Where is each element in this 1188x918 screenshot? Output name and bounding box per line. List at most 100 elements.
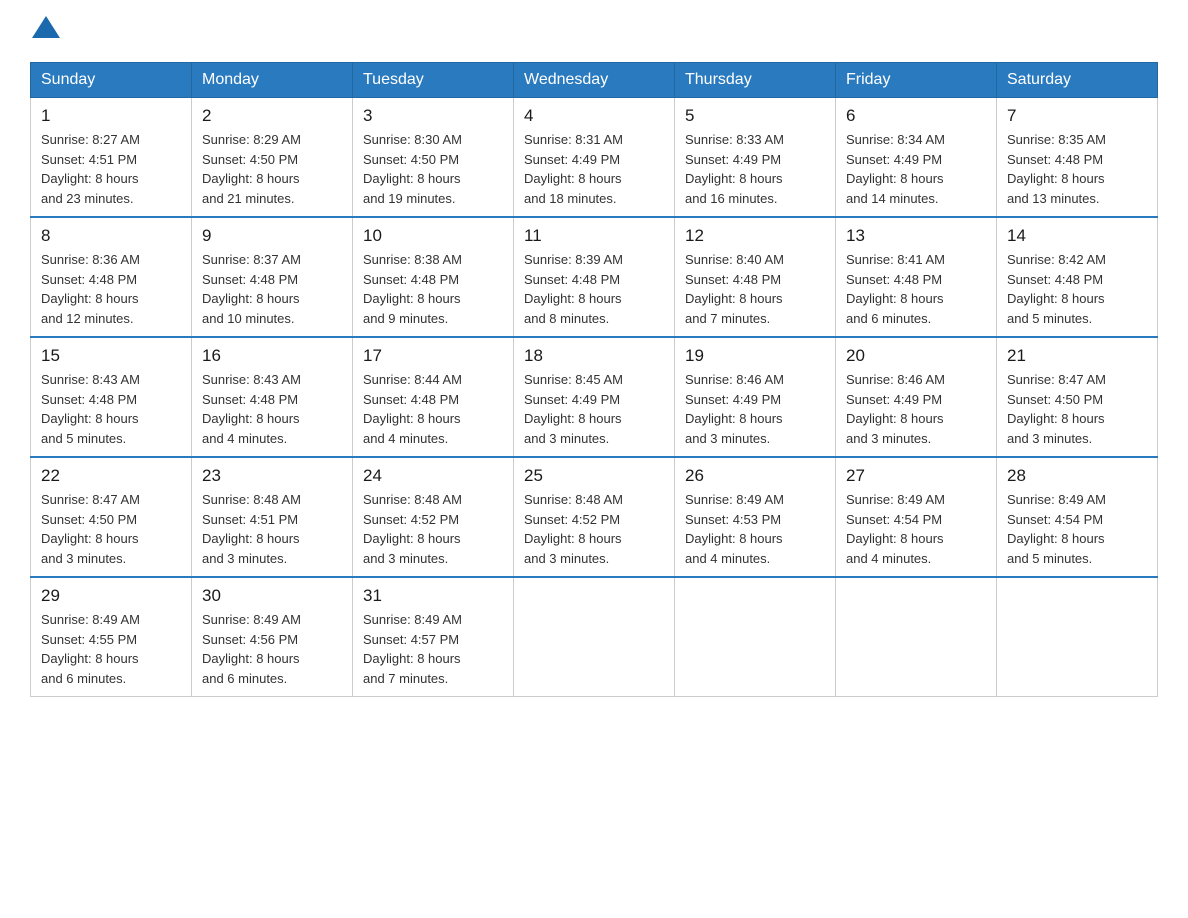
week-row-4: 22 Sunrise: 8:47 AM Sunset: 4:50 PM Dayl… bbox=[31, 457, 1158, 577]
day-number: 26 bbox=[685, 466, 825, 486]
day-info: Sunrise: 8:33 AM Sunset: 4:49 PM Dayligh… bbox=[685, 130, 825, 208]
day-info: Sunrise: 8:43 AM Sunset: 4:48 PM Dayligh… bbox=[41, 370, 181, 448]
day-number: 24 bbox=[363, 466, 503, 486]
day-number: 25 bbox=[524, 466, 664, 486]
header-wednesday: Wednesday bbox=[514, 63, 675, 98]
calendar-cell: 18 Sunrise: 8:45 AM Sunset: 4:49 PM Dayl… bbox=[514, 337, 675, 457]
day-number: 8 bbox=[41, 226, 181, 246]
calendar-cell: 5 Sunrise: 8:33 AM Sunset: 4:49 PM Dayli… bbox=[675, 98, 836, 218]
calendar-cell bbox=[997, 577, 1158, 697]
page-header bbox=[30, 20, 1158, 42]
day-number: 28 bbox=[1007, 466, 1147, 486]
header-row: SundayMondayTuesdayWednesdayThursdayFrid… bbox=[31, 63, 1158, 98]
day-number: 9 bbox=[202, 226, 342, 246]
day-number: 6 bbox=[846, 106, 986, 126]
calendar-cell: 4 Sunrise: 8:31 AM Sunset: 4:49 PM Dayli… bbox=[514, 98, 675, 218]
day-number: 15 bbox=[41, 346, 181, 366]
day-number: 17 bbox=[363, 346, 503, 366]
day-number: 16 bbox=[202, 346, 342, 366]
day-number: 19 bbox=[685, 346, 825, 366]
header-saturday: Saturday bbox=[997, 63, 1158, 98]
calendar-cell: 16 Sunrise: 8:43 AM Sunset: 4:48 PM Dayl… bbox=[192, 337, 353, 457]
calendar-cell: 1 Sunrise: 8:27 AM Sunset: 4:51 PM Dayli… bbox=[31, 98, 192, 218]
day-number: 4 bbox=[524, 106, 664, 126]
logo-triangle-icon bbox=[32, 16, 60, 38]
calendar-cell: 25 Sunrise: 8:48 AM Sunset: 4:52 PM Dayl… bbox=[514, 457, 675, 577]
calendar-cell: 3 Sunrise: 8:30 AM Sunset: 4:50 PM Dayli… bbox=[353, 98, 514, 218]
calendar-cell: 11 Sunrise: 8:39 AM Sunset: 4:48 PM Dayl… bbox=[514, 217, 675, 337]
calendar-cell: 30 Sunrise: 8:49 AM Sunset: 4:56 PM Dayl… bbox=[192, 577, 353, 697]
day-info: Sunrise: 8:49 AM Sunset: 4:54 PM Dayligh… bbox=[1007, 490, 1147, 568]
day-info: Sunrise: 8:49 AM Sunset: 4:56 PM Dayligh… bbox=[202, 610, 342, 688]
day-info: Sunrise: 8:31 AM Sunset: 4:49 PM Dayligh… bbox=[524, 130, 664, 208]
calendar-cell: 9 Sunrise: 8:37 AM Sunset: 4:48 PM Dayli… bbox=[192, 217, 353, 337]
day-info: Sunrise: 8:44 AM Sunset: 4:48 PM Dayligh… bbox=[363, 370, 503, 448]
day-info: Sunrise: 8:34 AM Sunset: 4:49 PM Dayligh… bbox=[846, 130, 986, 208]
calendar-cell: 20 Sunrise: 8:46 AM Sunset: 4:49 PM Dayl… bbox=[836, 337, 997, 457]
day-info: Sunrise: 8:43 AM Sunset: 4:48 PM Dayligh… bbox=[202, 370, 342, 448]
day-number: 30 bbox=[202, 586, 342, 606]
calendar-cell: 22 Sunrise: 8:47 AM Sunset: 4:50 PM Dayl… bbox=[31, 457, 192, 577]
day-info: Sunrise: 8:35 AM Sunset: 4:48 PM Dayligh… bbox=[1007, 130, 1147, 208]
day-info: Sunrise: 8:49 AM Sunset: 4:55 PM Dayligh… bbox=[41, 610, 181, 688]
day-info: Sunrise: 8:49 AM Sunset: 4:53 PM Dayligh… bbox=[685, 490, 825, 568]
day-info: Sunrise: 8:27 AM Sunset: 4:51 PM Dayligh… bbox=[41, 130, 181, 208]
calendar-cell: 26 Sunrise: 8:49 AM Sunset: 4:53 PM Dayl… bbox=[675, 457, 836, 577]
day-number: 22 bbox=[41, 466, 181, 486]
day-number: 11 bbox=[524, 226, 664, 246]
day-number: 12 bbox=[685, 226, 825, 246]
calendar-cell: 29 Sunrise: 8:49 AM Sunset: 4:55 PM Dayl… bbox=[31, 577, 192, 697]
calendar-cell: 21 Sunrise: 8:47 AM Sunset: 4:50 PM Dayl… bbox=[997, 337, 1158, 457]
day-number: 29 bbox=[41, 586, 181, 606]
day-info: Sunrise: 8:29 AM Sunset: 4:50 PM Dayligh… bbox=[202, 130, 342, 208]
day-number: 20 bbox=[846, 346, 986, 366]
day-number: 10 bbox=[363, 226, 503, 246]
day-number: 27 bbox=[846, 466, 986, 486]
day-info: Sunrise: 8:45 AM Sunset: 4:49 PM Dayligh… bbox=[524, 370, 664, 448]
week-row-5: 29 Sunrise: 8:49 AM Sunset: 4:55 PM Dayl… bbox=[31, 577, 1158, 697]
calendar-cell: 8 Sunrise: 8:36 AM Sunset: 4:48 PM Dayli… bbox=[31, 217, 192, 337]
day-info: Sunrise: 8:37 AM Sunset: 4:48 PM Dayligh… bbox=[202, 250, 342, 328]
day-info: Sunrise: 8:42 AM Sunset: 4:48 PM Dayligh… bbox=[1007, 250, 1147, 328]
calendar-cell bbox=[675, 577, 836, 697]
week-row-1: 1 Sunrise: 8:27 AM Sunset: 4:51 PM Dayli… bbox=[31, 98, 1158, 218]
day-info: Sunrise: 8:40 AM Sunset: 4:48 PM Dayligh… bbox=[685, 250, 825, 328]
day-info: Sunrise: 8:38 AM Sunset: 4:48 PM Dayligh… bbox=[363, 250, 503, 328]
header-friday: Friday bbox=[836, 63, 997, 98]
calendar-cell: 27 Sunrise: 8:49 AM Sunset: 4:54 PM Dayl… bbox=[836, 457, 997, 577]
calendar-cell: 15 Sunrise: 8:43 AM Sunset: 4:48 PM Dayl… bbox=[31, 337, 192, 457]
calendar-cell: 28 Sunrise: 8:49 AM Sunset: 4:54 PM Dayl… bbox=[997, 457, 1158, 577]
calendar-cell: 7 Sunrise: 8:35 AM Sunset: 4:48 PM Dayli… bbox=[997, 98, 1158, 218]
week-row-3: 15 Sunrise: 8:43 AM Sunset: 4:48 PM Dayl… bbox=[31, 337, 1158, 457]
week-row-2: 8 Sunrise: 8:36 AM Sunset: 4:48 PM Dayli… bbox=[31, 217, 1158, 337]
calendar-cell: 12 Sunrise: 8:40 AM Sunset: 4:48 PM Dayl… bbox=[675, 217, 836, 337]
calendar-table: SundayMondayTuesdayWednesdayThursdayFrid… bbox=[30, 62, 1158, 697]
header-thursday: Thursday bbox=[675, 63, 836, 98]
calendar-cell: 19 Sunrise: 8:46 AM Sunset: 4:49 PM Dayl… bbox=[675, 337, 836, 457]
day-number: 21 bbox=[1007, 346, 1147, 366]
calendar-cell: 2 Sunrise: 8:29 AM Sunset: 4:50 PM Dayli… bbox=[192, 98, 353, 218]
logo bbox=[30, 20, 62, 42]
day-number: 31 bbox=[363, 586, 503, 606]
day-info: Sunrise: 8:46 AM Sunset: 4:49 PM Dayligh… bbox=[846, 370, 986, 448]
day-info: Sunrise: 8:39 AM Sunset: 4:48 PM Dayligh… bbox=[524, 250, 664, 328]
calendar-cell: 24 Sunrise: 8:48 AM Sunset: 4:52 PM Dayl… bbox=[353, 457, 514, 577]
calendar-cell: 14 Sunrise: 8:42 AM Sunset: 4:48 PM Dayl… bbox=[997, 217, 1158, 337]
day-info: Sunrise: 8:48 AM Sunset: 4:51 PM Dayligh… bbox=[202, 490, 342, 568]
calendar-cell: 31 Sunrise: 8:49 AM Sunset: 4:57 PM Dayl… bbox=[353, 577, 514, 697]
day-number: 18 bbox=[524, 346, 664, 366]
day-info: Sunrise: 8:48 AM Sunset: 4:52 PM Dayligh… bbox=[524, 490, 664, 568]
calendar-cell bbox=[514, 577, 675, 697]
day-number: 7 bbox=[1007, 106, 1147, 126]
day-number: 23 bbox=[202, 466, 342, 486]
day-number: 3 bbox=[363, 106, 503, 126]
calendar-cell: 17 Sunrise: 8:44 AM Sunset: 4:48 PM Dayl… bbox=[353, 337, 514, 457]
calendar-cell: 10 Sunrise: 8:38 AM Sunset: 4:48 PM Dayl… bbox=[353, 217, 514, 337]
header-sunday: Sunday bbox=[31, 63, 192, 98]
day-info: Sunrise: 8:30 AM Sunset: 4:50 PM Dayligh… bbox=[363, 130, 503, 208]
day-info: Sunrise: 8:46 AM Sunset: 4:49 PM Dayligh… bbox=[685, 370, 825, 448]
day-number: 1 bbox=[41, 106, 181, 126]
header-monday: Monday bbox=[192, 63, 353, 98]
calendar-cell: 13 Sunrise: 8:41 AM Sunset: 4:48 PM Dayl… bbox=[836, 217, 997, 337]
header-tuesday: Tuesday bbox=[353, 63, 514, 98]
